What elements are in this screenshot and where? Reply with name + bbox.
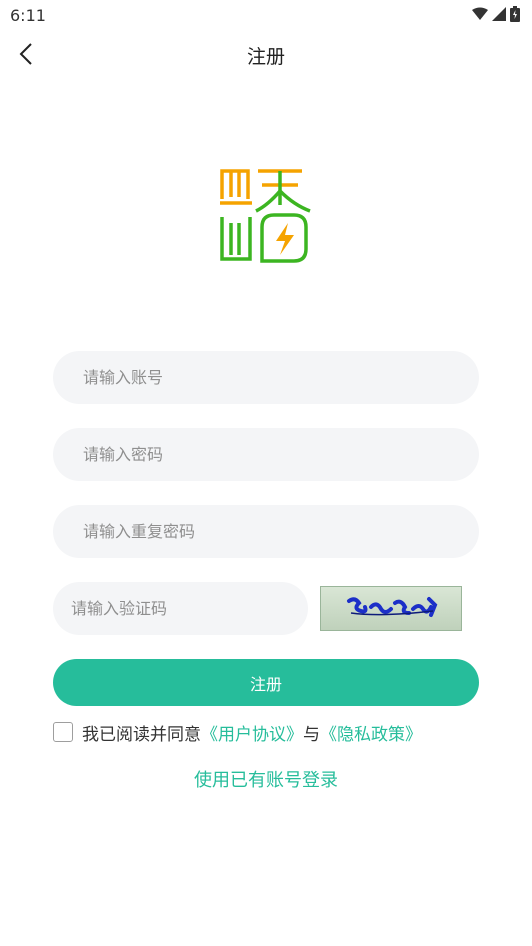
agreement-conjunction: 与	[303, 724, 320, 745]
password-input[interactable]	[53, 428, 479, 481]
captcha-image[interactable]	[320, 586, 462, 631]
wifi-icon	[472, 7, 488, 20]
app-logo	[220, 169, 311, 263]
agreement-prefix: 我已阅读并同意	[82, 724, 201, 745]
agreement-row: 我已阅读并同意 《用户协议》 与 《隐私政策》	[53, 720, 422, 745]
register-button[interactable]: 注册	[53, 659, 479, 706]
page-title: 注册	[246, 46, 285, 68]
account-input[interactable]	[53, 351, 479, 404]
status-icons	[472, 6, 520, 22]
user-agreement-link[interactable]: 《用户协议》	[201, 720, 303, 745]
captcha-glyphs	[347, 597, 438, 617]
signal-icon	[492, 7, 506, 21]
privacy-policy-link[interactable]: 《隐私政策》	[320, 720, 422, 745]
register-page: 6:11 注册 请输入账号 请输入验证码 注册 我已阅读并同意 《用户协议》 与…	[0, 0, 532, 946]
status-time: 6:11	[10, 6, 46, 25]
agreement-checkbox[interactable]	[53, 722, 73, 742]
battery-icon	[510, 6, 520, 22]
status-bar: 6:11	[0, 0, 532, 30]
title-bar: 注册	[0, 30, 532, 78]
captcha-input[interactable]	[53, 582, 308, 635]
login-link[interactable]: 使用已有账号登录	[0, 766, 532, 792]
repeat-password-input[interactable]	[53, 505, 479, 558]
